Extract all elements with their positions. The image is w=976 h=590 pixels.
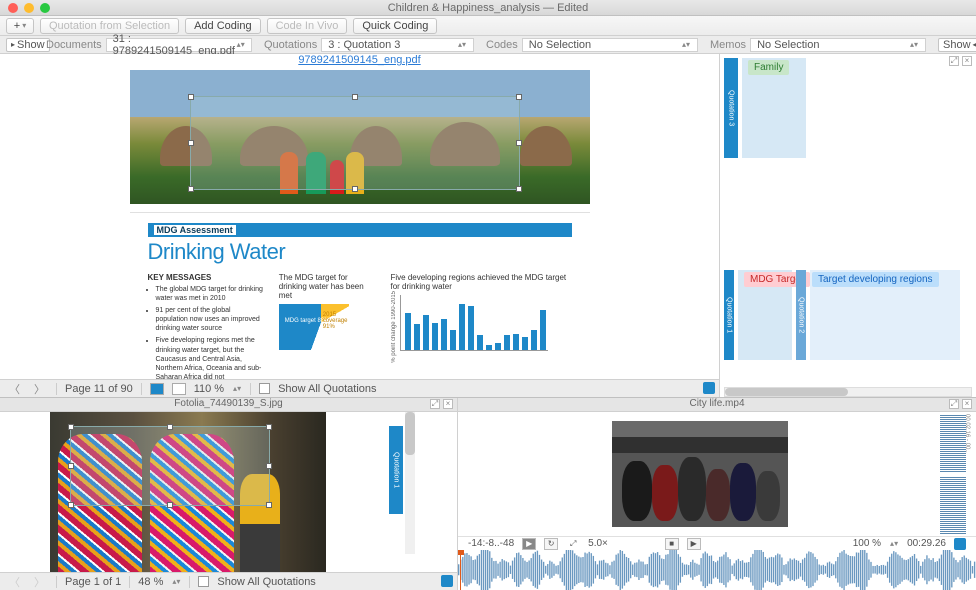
quotation-from-selection-button[interactable]: Quotation from Selection <box>40 18 179 34</box>
memos-label: Memos <box>710 39 746 51</box>
bullet: Five developing regions met the drinking… <box>156 336 265 379</box>
zoom-stepper[interactable]: ▴▾ <box>171 579 181 584</box>
prev-page-button[interactable]: 〈 <box>6 574 23 590</box>
bar-chart <box>400 295 548 351</box>
video-controls: -14:-8..-48 ▶ ↻ ⤢ 5.0× ■ ▶ 100 % ▴▾ 00:2… <box>458 536 976 550</box>
next-page-button[interactable]: 〉 <box>31 381 48 397</box>
step-back-button[interactable]: ▶ <box>522 538 536 550</box>
prev-page-button[interactable]: 〈 <box>6 381 23 397</box>
codes-label: Codes <box>486 39 518 51</box>
audio-overview[interactable]: 00.02.16 - 00.. <box>940 414 966 534</box>
selection-region[interactable] <box>190 96 520 190</box>
documents-label: Documents <box>46 39 102 51</box>
document-pane: 9789241509145_eng.pdf MDG Assessment Dri… <box>0 54 720 397</box>
video-zoom: 100 % <box>853 538 881 549</box>
zoom-fit-icon[interactable] <box>150 383 164 395</box>
window-title: Children & Happiness_analysis — Edited <box>0 2 976 14</box>
playback-speed: 5.0× <box>588 538 608 549</box>
show-all-quotations-label: Show All Quotations <box>217 576 315 588</box>
waveform[interactable] <box>458 550 976 590</box>
image-viewport[interactable]: Quotation 1 <box>0 412 457 572</box>
show-all-quotations-checkbox[interactable] <box>259 383 270 394</box>
time-range: -14:-8..-48 <box>468 538 514 549</box>
bullet: The global MDG target for drinking water… <box>156 285 265 303</box>
margin-h-scrollbar[interactable] <box>724 387 972 397</box>
document-image-village <box>130 70 590 204</box>
quotation-strip-1[interactable]: Quotation 1 <box>389 426 403 514</box>
margin-pane: ⤢ × Quotation 3 Family Quotation 1 MDG T… <box>720 54 976 397</box>
zoom-mode-icon[interactable] <box>172 383 186 395</box>
image-pane-header: Fotolia_74490139_S.jpg ⤢× <box>0 398 457 412</box>
next-page-button[interactable]: 〉 <box>31 574 48 590</box>
zoom-stepper[interactable]: ▴▾ <box>889 541 899 546</box>
code-tag-tdr[interactable]: Target developing regions <box>812 272 939 287</box>
pane-expand-icon[interactable]: ⤢ <box>949 399 959 409</box>
bottom-panes: Fotolia_74490139_S.jpg ⤢× Quotation 1 〈 … <box>0 397 976 590</box>
video-pane-title: City life.mp4 <box>689 398 744 409</box>
loop-button[interactable]: ↻ <box>544 538 558 550</box>
page-indicator: Page 1 of 1 <box>65 576 121 588</box>
margin-toggle-icon[interactable] <box>441 575 453 587</box>
pane-close-icon[interactable]: × <box>443 399 453 409</box>
add-coding-button[interactable]: Add Coding <box>185 18 261 34</box>
pane-close-icon[interactable]: × <box>962 56 972 66</box>
play-button[interactable]: ▶ <box>687 538 701 550</box>
quotation-strip-3[interactable]: Quotation 3 <box>724 58 738 158</box>
show-all-quotations-checkbox[interactable] <box>198 576 209 587</box>
code-in-vivo-button[interactable]: Code In Vivo <box>267 18 348 34</box>
document-link[interactable]: 9789241509145_eng.pdf <box>298 54 420 66</box>
image-pane: Fotolia_74490139_S.jpg ⤢× Quotation 1 〈 … <box>0 398 458 590</box>
col2-text: The MDG target for drinking water has be… <box>279 273 377 300</box>
quotations-label: Quotations <box>264 39 317 51</box>
margin-toggle-icon[interactable] <box>954 538 966 550</box>
documents-selector[interactable]: 31 : 9789241509145_eng.pdf▴▾ <box>106 38 252 52</box>
quotation-strip-1[interactable]: Quotation 1 <box>724 270 734 360</box>
show-all-quotations-label: Show All Quotations <box>278 383 376 395</box>
bullet: 91 per cent of the global population now… <box>156 306 265 333</box>
pane-close-icon[interactable]: × <box>962 399 972 409</box>
image-content <box>50 412 326 572</box>
pane-expand-icon[interactable]: ⤢ <box>430 399 440 409</box>
selection-region[interactable] <box>70 426 270 506</box>
document-page-report: MDG Assessment Drinking Water KEY MESSAG… <box>130 212 590 379</box>
document-footer: 〈 〉 Page 11 of 90 110 % ▴▾ Show All Quot… <box>0 379 719 397</box>
video-duration: 00:29.26 <box>907 538 946 549</box>
main-area: 9789241509145_eng.pdf MDG Assessment Dri… <box>0 54 976 397</box>
add-dropdown-button[interactable]: +▾ <box>6 18 34 34</box>
playhead[interactable] <box>460 550 461 590</box>
report-band: MDG Assessment <box>154 225 236 235</box>
page-indicator: Page 11 of 90 <box>65 383 133 395</box>
margin-toggle-icon[interactable] <box>703 382 715 394</box>
show-right-button[interactable]: Show◂ <box>938 38 976 52</box>
video-pane-header: City life.mp4 ⤢× <box>458 398 976 412</box>
quotations-selector[interactable]: 3 : Quotation 3▴▾ <box>321 38 474 52</box>
col3-text: Five developing regions achieved the MDG… <box>391 273 572 291</box>
titlebar: Children & Happiness_analysis — Edited <box>0 0 976 16</box>
quotation-strip-2[interactable]: Quotation 2 <box>796 270 806 360</box>
image-footer: 〈 〉 Page 1 of 1 48 % ▴▾ Show All Quotati… <box>0 572 457 590</box>
memos-selector[interactable]: No Selection▴▾ <box>750 38 926 52</box>
zoom-value: 48 % <box>138 576 163 588</box>
wedge-chart: MDG target 88% 2015 coverage 91% <box>279 304 349 350</box>
selector-toolbar: ▸Show Documents 31 : 9789241509145_eng.p… <box>0 36 976 54</box>
quick-coding-button[interactable]: Quick Coding <box>353 18 437 34</box>
pane-expand-icon[interactable]: ⤢ <box>949 56 959 66</box>
stop-button[interactable]: ■ <box>665 538 679 550</box>
document-viewport[interactable]: MDG Assessment Drinking Water KEY MESSAG… <box>0 68 719 379</box>
code-tag-family[interactable]: Family <box>748 60 789 75</box>
report-title: Drinking Water <box>148 239 572 265</box>
image-pane-title: Fotolia_74490139_S.jpg <box>174 398 282 409</box>
key-messages-heading: KEY MESSAGES <box>148 273 265 282</box>
video-frame <box>612 421 788 527</box>
codes-selector[interactable]: No Selection▴▾ <box>522 38 698 52</box>
image-v-scrollbar[interactable] <box>405 412 415 554</box>
fullscreen-button[interactable]: ⤢ <box>566 538 580 550</box>
document-filename: 9789241509145_eng.pdf <box>0 54 719 68</box>
zoom-value: 110 % <box>194 383 224 395</box>
video-pane: City life.mp4 ⤢× 00.02.16 - 00.. <box>458 398 976 590</box>
bars-ylabel: % point change 1990-2015 <box>391 291 397 363</box>
zoom-stepper[interactable]: ▴▾ <box>232 386 242 391</box>
